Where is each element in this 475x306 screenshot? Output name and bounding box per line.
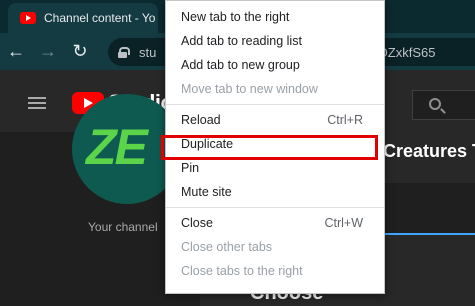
menu-separator xyxy=(166,207,384,208)
menu-item-shortcut: Ctrl+R xyxy=(327,113,363,127)
forward-button[interactable]: → xyxy=(32,36,64,68)
menu-item-new-tab-right[interactable]: New tab to the right xyxy=(166,5,384,29)
menu-item-label: Close other tabs xyxy=(181,240,273,254)
menu-item-label: Pin xyxy=(181,161,200,175)
menu-item-add-to-reading-list[interactable]: Add tab to reading list xyxy=(166,29,384,53)
menu-item-label: Duplicate xyxy=(181,137,234,151)
menu-item-label: New tab to the right xyxy=(181,10,290,24)
menu-item-duplicate[interactable]: Duplicate xyxy=(166,132,384,156)
menu-item-reload[interactable]: Reload Ctrl+R xyxy=(166,108,384,132)
lock-icon xyxy=(118,46,130,58)
your-channel-label: Your channel xyxy=(88,220,158,234)
content-strip xyxy=(383,183,475,235)
search-input[interactable] xyxy=(412,90,475,120)
menu-separator xyxy=(166,104,384,105)
menu-item-close[interactable]: Close Ctrl+W xyxy=(166,211,384,235)
arrow-right-icon: → xyxy=(39,41,57,61)
active-tab-indicator xyxy=(383,233,475,235)
tab-context-menu: New tab to the right Add tab to reading … xyxy=(165,0,385,294)
menu-item-pin[interactable]: Pin xyxy=(166,156,384,180)
menu-item-label: Close tabs to the right xyxy=(181,264,303,278)
page-heading: Creatures T xyxy=(383,141,475,161)
search-icon xyxy=(429,98,441,110)
menu-item-move-to-new-window[interactable]: Move tab to new window xyxy=(166,77,384,101)
menu-icon[interactable] xyxy=(28,97,46,109)
menu-item-label: Move tab to new window xyxy=(181,82,318,96)
menu-item-close-tabs-right[interactable]: Close tabs to the right xyxy=(166,259,384,283)
menu-item-close-other-tabs[interactable]: Close other tabs xyxy=(166,235,384,259)
back-button[interactable]: ← xyxy=(0,36,32,68)
menu-item-mute-site[interactable]: Mute site xyxy=(166,180,384,204)
youtube-favicon-icon xyxy=(20,12,36,24)
reload-button[interactable]: ↻ xyxy=(64,36,96,68)
menu-item-label: Add tab to reading list xyxy=(181,34,302,48)
menu-item-label: Add tab to new group xyxy=(181,58,300,72)
tab-title: Channel content - Yo xyxy=(44,11,156,25)
reload-icon: ↻ xyxy=(72,41,88,61)
url-text-start: stu xyxy=(139,44,157,60)
menu-item-shortcut: Ctrl+W xyxy=(324,216,363,230)
menu-item-label: Close xyxy=(181,216,213,230)
browser-tab[interactable]: Channel content - Yo xyxy=(8,3,158,33)
menu-item-label: Mute site xyxy=(181,185,232,199)
arrow-left-icon: ← xyxy=(7,41,25,61)
avatar-text: ZE xyxy=(86,119,148,175)
menu-item-label: Reload xyxy=(181,113,221,127)
menu-item-add-to-new-group[interactable]: Add tab to new group xyxy=(166,53,384,77)
